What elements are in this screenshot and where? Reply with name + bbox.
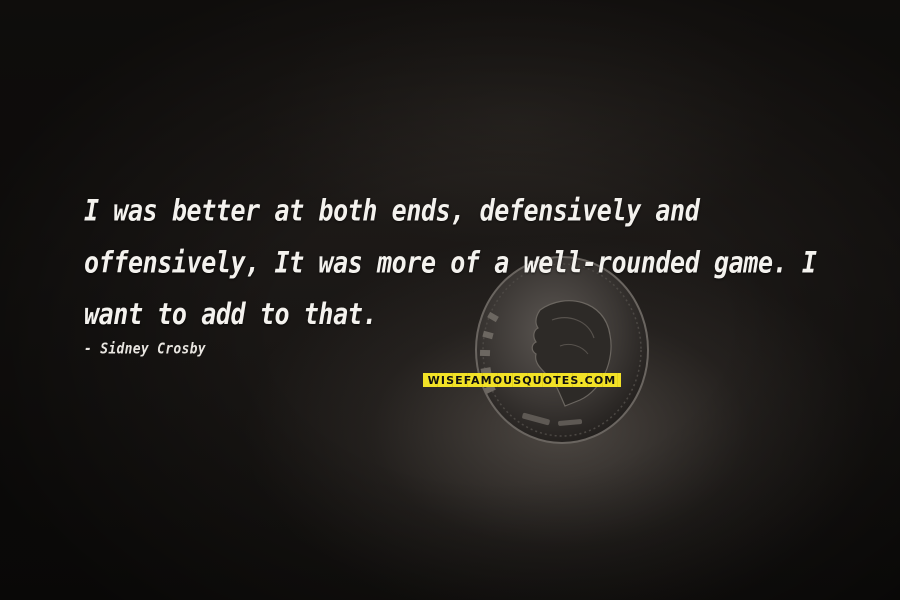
quote-text: I was better at both ends, defensively a… [84,193,817,332]
quote-image: I was better at both ends, defensively a… [0,0,900,600]
quote-author: - Sidney Crosby [84,341,206,359]
site-watermark: WISEFAMOUSQUOTES.COM [423,373,621,387]
